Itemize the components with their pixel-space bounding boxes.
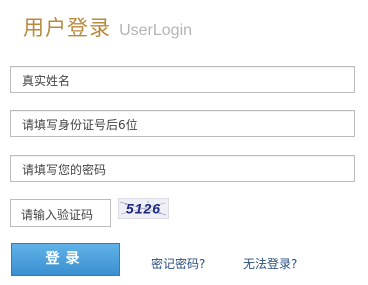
password-field[interactable]: 请填写您的密码: [10, 155, 355, 182]
forgot-password-link[interactable]: 密记密码?: [151, 255, 205, 272]
id-number-placeholder: 请填写身份证号后6位: [22, 118, 138, 132]
id-number-field[interactable]: 请填写身份证号后6位: [10, 110, 355, 137]
title-chinese: 用户登录: [23, 16, 111, 40]
password-placeholder: 请填写您的密码: [22, 163, 107, 177]
title-english: UserLogin: [119, 22, 193, 39]
real-name-field[interactable]: 真实姓名: [10, 66, 355, 93]
page-title: 用户登录 UserLogin: [23, 12, 192, 42]
captcha-image[interactable]: 5126: [118, 198, 169, 219]
login-panel: 用户登录 UserLogin 真实姓名 请填写身份证号后6位 请填写您的密码 请…: [0, 0, 368, 285]
real-name-placeholder: 真实姓名: [22, 74, 71, 88]
cannot-login-link[interactable]: 无法登录?: [243, 255, 297, 272]
captcha-text: 5126: [126, 201, 161, 217]
login-button[interactable]: 登录: [11, 243, 120, 276]
captcha-placeholder: 请输入验证码: [21, 208, 94, 222]
captcha-input[interactable]: 请输入验证码: [10, 199, 111, 227]
